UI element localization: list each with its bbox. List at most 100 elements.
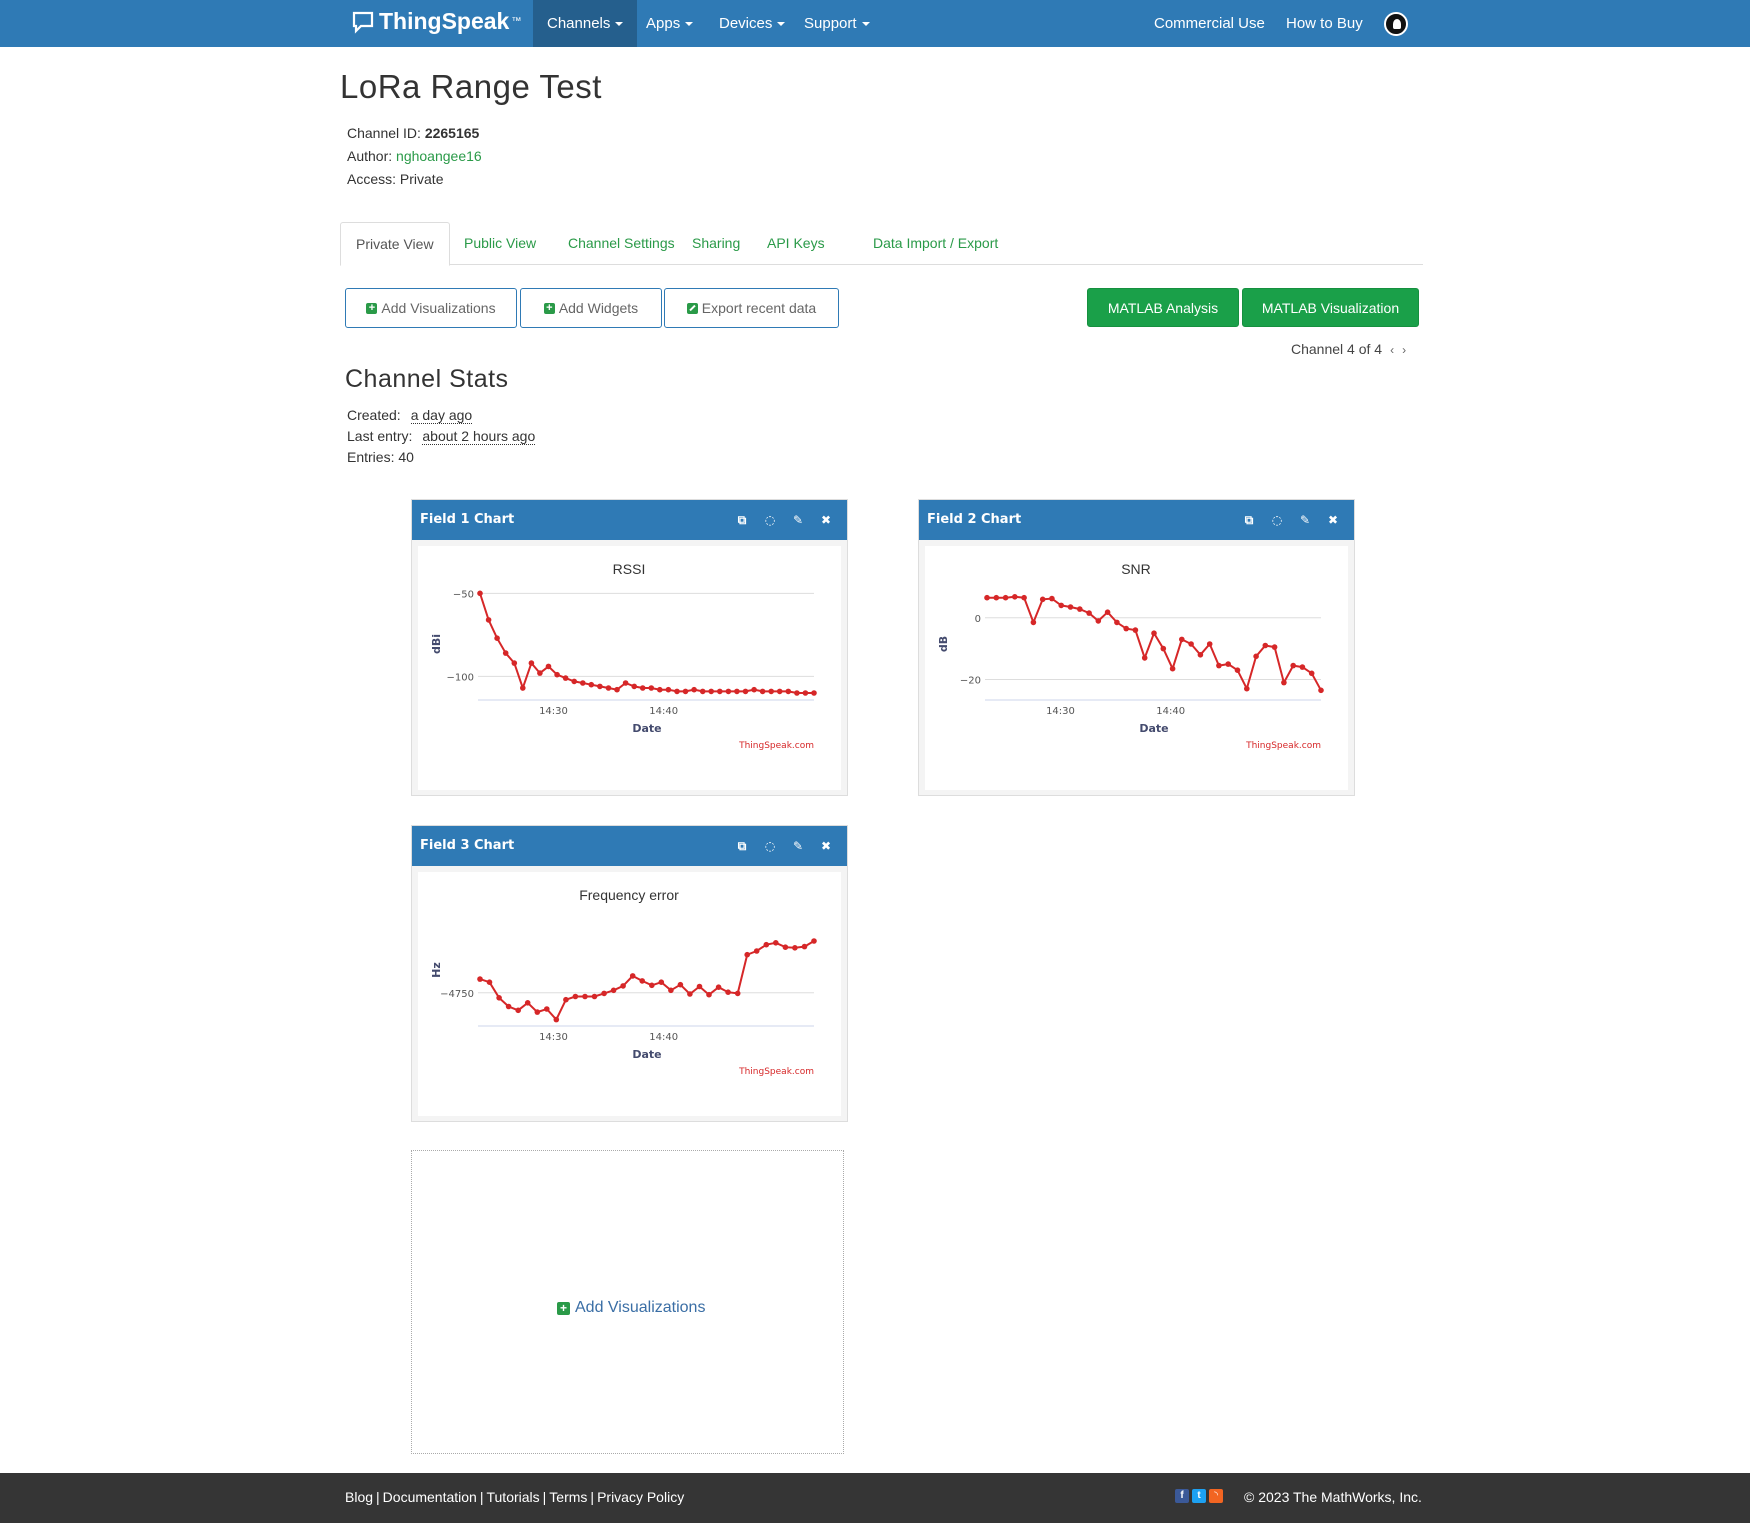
chevron-right-icon[interactable]: › — [1402, 343, 1406, 357]
y-tick-label: −50 — [453, 589, 474, 600]
y-tick-label: −20 — [960, 675, 981, 686]
footer-terms-link[interactable]: Terms — [549, 1489, 587, 1505]
add-visualizations-link[interactable]: + Add Visualizations — [557, 1299, 705, 1317]
data-point — [1318, 687, 1324, 694]
data-point — [1012, 594, 1018, 600]
nav-how-to-buy[interactable]: How to Buy — [1272, 0, 1377, 47]
data-point — [496, 995, 502, 1001]
rssi-chart: RSSI −50 −100 14:30 14:40 Date dBi ThingSpeak.c… — [430, 561, 817, 751]
thingspeak-logo[interactable]: ThingSpeak ™ — [351, 8, 521, 35]
data-point — [751, 686, 757, 693]
data-point — [687, 991, 693, 997]
matlab-visualization-button[interactable]: MATLAB Visualization — [1242, 288, 1419, 327]
twitter-icon[interactable]: t — [1192, 1489, 1206, 1503]
close-icon[interactable]: ✖ — [819, 826, 833, 866]
last-entry-value: about 2 hours ago — [422, 428, 536, 445]
chart-title: Frequency error — [579, 887, 679, 903]
nav-devices-label: Devices — [719, 15, 773, 32]
facebook-icon[interactable]: f — [1175, 1489, 1189, 1503]
close-icon[interactable]: ✖ — [1326, 500, 1340, 540]
data-point — [801, 943, 808, 950]
tab-sharing[interactable]: Sharing — [677, 222, 755, 265]
footer-privacy-link[interactable]: Privacy Policy — [597, 1489, 684, 1505]
footer-tutorials-link[interactable]: Tutorials — [486, 1489, 539, 1505]
nav-apps[interactable]: Apps — [632, 0, 707, 47]
author-link[interactable]: nghoangee16 — [396, 148, 482, 164]
data-point — [649, 982, 655, 989]
data-point — [505, 1003, 512, 1010]
chart-title: RSSI — [613, 561, 646, 577]
add-visualization-placeholder[interactable]: + Add Visualizations — [411, 1150, 844, 1454]
created-label: Created: — [347, 407, 401, 423]
brand-name: ThingSpeak — [379, 8, 510, 34]
data-point — [1132, 627, 1139, 633]
tab-public-view[interactable]: Public View — [449, 222, 551, 265]
nav-devices[interactable]: Devices — [705, 0, 799, 47]
data-point — [1179, 636, 1185, 643]
nav-apps-label: Apps — [646, 15, 681, 32]
data-point — [610, 987, 617, 994]
comment-icon[interactable]: ◌ — [1270, 500, 1284, 540]
nav-channels[interactable]: Channels — [533, 0, 638, 47]
x-axis-label: Date — [632, 722, 661, 735]
data-point — [629, 973, 636, 979]
separator: | — [590, 1489, 595, 1505]
widget-title: Field 1 Chart — [420, 512, 515, 527]
y-tick-label: −100 — [447, 672, 474, 683]
data-point — [597, 683, 603, 690]
data-point — [717, 688, 723, 695]
x-axis-label: Date — [632, 1048, 661, 1061]
export-recent-data-button[interactable]: Export recent data — [664, 288, 839, 328]
data-point — [696, 983, 703, 990]
tab-api-keys[interactable]: API Keys — [752, 222, 840, 265]
data-point — [614, 686, 620, 693]
data-point — [562, 675, 569, 681]
data-point — [706, 991, 712, 998]
data-point — [580, 680, 586, 686]
frequency-error-chart: Frequency error −4750 14:30 14:40 Date Hz Thin… — [430, 887, 817, 1077]
x-tick-label: 14:40 — [649, 706, 678, 717]
tab-channel-settings[interactable]: Channel Settings — [553, 222, 690, 265]
series-line — [479, 940, 815, 1022]
user-avatar[interactable] — [1384, 12, 1408, 36]
field-3-chart-widget: Field 3 Chart ⧉ ◌ ✎ ✖ Frequency error −47… — [411, 825, 848, 1122]
channel-access: Access: Private — [347, 171, 444, 187]
data-point — [699, 688, 706, 695]
nav-commercial-use[interactable]: Commercial Use — [1140, 0, 1279, 47]
chart-credit: ThingSpeak.com — [738, 1067, 814, 1077]
x-axis-label: Date — [1139, 722, 1168, 735]
footer-documentation-link[interactable]: Documentation — [383, 1489, 477, 1505]
external-link-icon[interactable]: ⧉ — [735, 826, 749, 866]
pencil-icon[interactable]: ✎ — [1298, 500, 1312, 540]
footer-blog-link[interactable]: Blog — [345, 1489, 373, 1505]
comment-icon[interactable]: ◌ — [763, 500, 777, 540]
data-point — [1095, 618, 1102, 624]
matlab-analysis-button[interactable]: MATLAB Analysis — [1087, 288, 1239, 327]
pencil-icon[interactable]: ✎ — [791, 826, 805, 866]
chevron-left-icon[interactable]: ‹ — [1390, 343, 1394, 357]
x-tick-label: 14:30 — [539, 706, 568, 717]
caret-down-icon — [777, 22, 786, 27]
add-visualizations-text: Add Visualizations — [575, 1299, 706, 1316]
rss-icon[interactable]: ◝ — [1209, 1489, 1223, 1503]
channel-author: Author: nghoangee16 — [347, 148, 482, 164]
pencil-icon[interactable]: ✎ — [791, 500, 805, 540]
copyright: © 2023 The MathWorks, Inc. — [1244, 1489, 1422, 1505]
add-widgets-button[interactable]: + Add Widgets — [520, 288, 662, 328]
data-point — [554, 671, 560, 678]
caret-down-icon — [861, 22, 870, 27]
data-point — [545, 663, 552, 670]
comment-icon[interactable]: ◌ — [763, 826, 777, 866]
tab-private-view[interactable]: Private View — [340, 222, 450, 266]
close-icon[interactable]: ✖ — [819, 500, 833, 540]
add-visualizations-button[interactable]: + Add Visualizations — [345, 288, 517, 328]
external-link-icon[interactable]: ⧉ — [1242, 500, 1256, 540]
data-point — [792, 945, 798, 951]
external-link-icon[interactable]: ⧉ — [735, 500, 749, 540]
data-point — [591, 993, 598, 1000]
data-point — [520, 685, 526, 691]
data-point — [1160, 645, 1167, 652]
data-point — [691, 686, 697, 693]
nav-support[interactable]: Support — [790, 0, 884, 47]
tab-data-import-export[interactable]: Data Import / Export — [858, 222, 1013, 265]
